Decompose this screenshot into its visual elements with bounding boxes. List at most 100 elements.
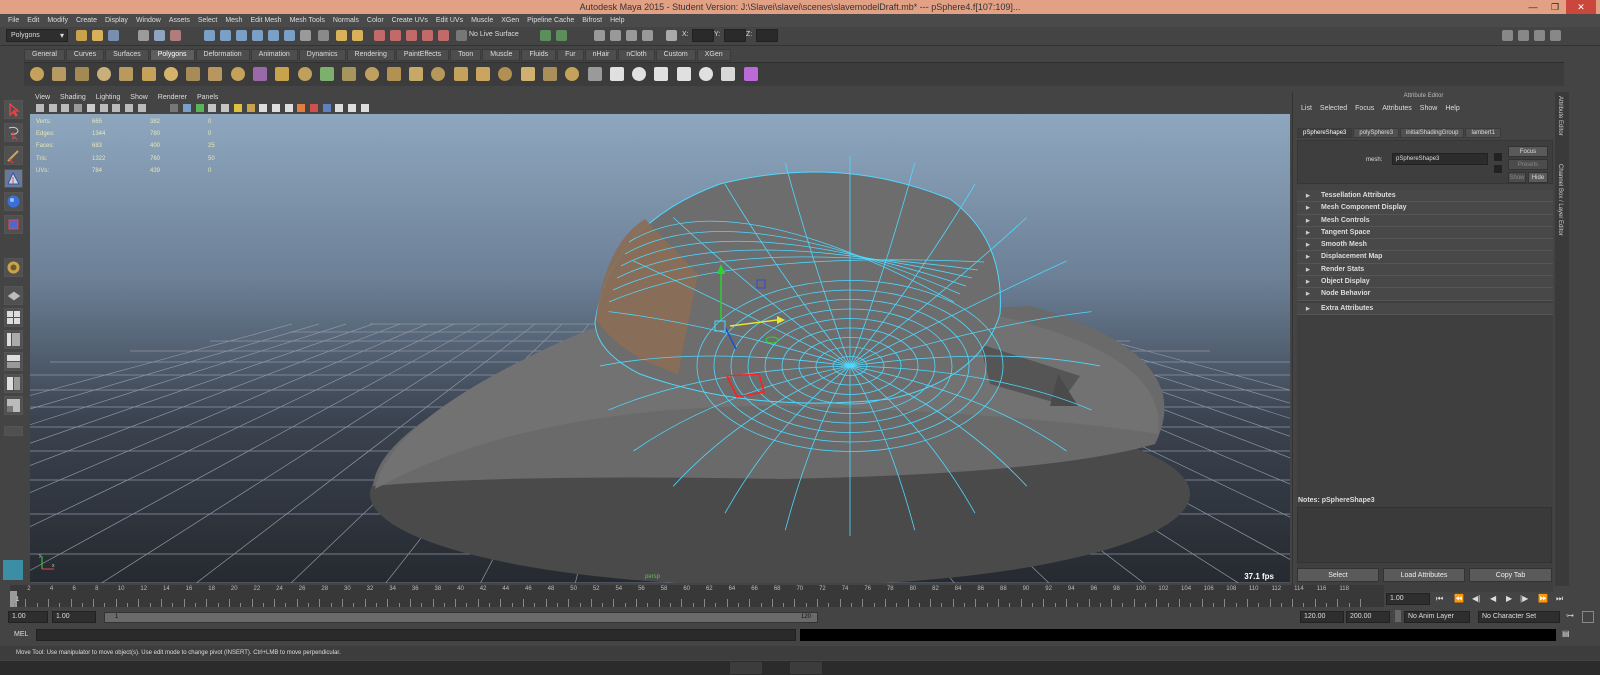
menu-edit[interactable]: Edit [23, 17, 43, 24]
focus-button[interactable]: Focus [1508, 146, 1548, 157]
ae-tab-lambert1[interactable]: lambert1 [1465, 128, 1501, 138]
menu-create-uvs[interactable]: Create UVs [388, 17, 432, 24]
shelf-tab-toon[interactable]: Toon [450, 49, 482, 61]
menu-color[interactable]: Color [363, 17, 388, 24]
select-tool-icon[interactable] [4, 100, 23, 119]
ae-menu-list[interactable]: List [1297, 105, 1316, 112]
ae-menu-attributes[interactable]: Attributes [1378, 105, 1416, 112]
magnet2-icon[interactable] [390, 30, 401, 41]
viewport-tool-5-icon[interactable] [86, 104, 95, 112]
end-time-field[interactable]: 200.00 [1346, 611, 1390, 623]
tab-attribute-editor[interactable]: Attribute Editor [1557, 96, 1563, 136]
section-mesh-controls[interactable]: Mesh Controls [1297, 214, 1553, 227]
toggle-panel3-icon[interactable] [1534, 30, 1545, 41]
shelf-tool-27-icon[interactable] [609, 67, 624, 81]
shelf-tool-22-icon[interactable] [498, 67, 513, 81]
shelf-tool-29-icon[interactable] [654, 67, 669, 81]
shelf-tool-18-icon[interactable] [409, 67, 424, 81]
ipr-render-icon[interactable] [352, 30, 363, 41]
lasso-tool-icon[interactable] [4, 123, 23, 142]
paint-select-icon[interactable] [4, 146, 23, 165]
notes-field[interactable] [1297, 507, 1552, 563]
ae-tab-polysphere3[interactable]: polySphere3 [1353, 128, 1400, 138]
viewport-tool-7-icon[interactable] [112, 104, 121, 112]
viewport-tool-10-icon[interactable] [170, 104, 179, 112]
save-scene-icon[interactable] [108, 30, 119, 41]
viewport-tool-24-icon[interactable] [348, 104, 357, 112]
shelf-tab-painteffects[interactable]: PaintEffects [395, 49, 450, 61]
magnet-icon[interactable] [374, 30, 385, 41]
shelf-tab-curves[interactable]: Curves [65, 49, 105, 61]
show-button[interactable]: Show [1508, 172, 1526, 183]
layout-four-icon[interactable] [4, 308, 23, 327]
menu-file[interactable]: File [4, 17, 23, 24]
viewport-tool-13-icon[interactable] [208, 104, 217, 112]
shelf-tool-33-icon[interactable] [743, 67, 758, 81]
menu-mesh[interactable]: Mesh [221, 17, 246, 24]
load-attributes-button[interactable]: Load Attributes [1383, 568, 1465, 582]
section-tessellation-attributes[interactable]: Tessellation Attributes [1297, 190, 1553, 203]
viewport-tool-1-icon[interactable] [36, 104, 44, 112]
viewport-tool-18-icon[interactable] [271, 104, 280, 112]
shelf-tool-7-icon[interactable] [163, 67, 178, 81]
prefs-icon[interactable] [1582, 611, 1594, 623]
new-scene-icon[interactable] [76, 30, 87, 41]
layout-persp-graph-icon[interactable] [4, 352, 23, 371]
taskbar-app-2[interactable] [790, 662, 822, 674]
camera4-icon[interactable] [642, 30, 653, 41]
shelf-tool-2-icon[interactable] [52, 67, 67, 81]
character-set-dropdown[interactable]: No Character Set [1478, 611, 1560, 623]
shelf-tab-ncloth[interactable]: nCloth [618, 49, 655, 61]
viewport-tool-15-icon[interactable] [233, 104, 242, 112]
render-view-icon[interactable] [540, 30, 551, 41]
auto-key-icon[interactable]: ⊶ [1566, 611, 1578, 623]
shelf-tab-custom[interactable]: Custom [655, 49, 696, 61]
viewport-menu-panels[interactable]: Panels [192, 94, 223, 101]
shelf-tool-9-icon[interactable] [208, 67, 223, 81]
viewport-menu-show[interactable]: Show [125, 94, 153, 101]
shelf-tool-30-icon[interactable] [676, 67, 691, 81]
viewport-tool-23-icon[interactable] [335, 104, 344, 112]
shelf-tool-25-icon[interactable] [565, 67, 580, 81]
close-icon[interactable]: ✕ [1566, 0, 1596, 14]
camera3-icon[interactable] [626, 30, 637, 41]
viewport-tool-19-icon[interactable] [284, 104, 293, 112]
viewport-tool-2-icon[interactable] [48, 104, 57, 112]
viewport-tool-8-icon[interactable] [124, 104, 133, 112]
magnet4-icon[interactable] [422, 30, 433, 41]
magnet5-icon[interactable] [438, 30, 449, 41]
maximize-icon[interactable]: ❐ [1544, 0, 1566, 14]
shelf-tab-rendering[interactable]: Rendering [346, 49, 395, 61]
anim-layer-dropdown[interactable]: No Anim Layer [1404, 611, 1470, 623]
shelf-tool-23-icon[interactable] [520, 67, 535, 81]
viewport-menu-renderer[interactable]: Renderer [153, 94, 192, 101]
shelf-tab-deformation[interactable]: Deformation [195, 49, 250, 61]
viewport-tool-22-icon[interactable] [322, 104, 331, 112]
move-tool-icon[interactable] [4, 169, 23, 188]
menu-xgen[interactable]: XGen [497, 17, 523, 24]
input-output-icon[interactable] [300, 30, 311, 41]
viewport-menu-lighting[interactable]: Lighting [91, 94, 126, 101]
taskbar-app-1[interactable] [730, 662, 762, 674]
menu-display[interactable]: Display [101, 17, 132, 24]
shelf-tool-24-icon[interactable] [542, 67, 557, 81]
viewport-tool-17-icon[interactable] [259, 104, 268, 112]
menu-edit-mesh[interactable]: Edit Mesh [246, 17, 285, 24]
shelf-tool-17-icon[interactable] [386, 67, 401, 81]
shelf-tool-31-icon[interactable] [699, 67, 713, 81]
select-object-icon[interactable] [154, 30, 165, 41]
layout-persp-outliner-icon[interactable] [4, 396, 23, 415]
shelf-tab-dynamics[interactable]: Dynamics [298, 49, 346, 61]
live-surface-icon[interactable] [456, 30, 467, 41]
z-field[interactable] [756, 29, 778, 42]
menu-pipeline-cache[interactable]: Pipeline Cache [523, 17, 578, 24]
shelf-tab-animation[interactable]: Animation [250, 49, 298, 61]
go-input-icon[interactable] [1494, 153, 1502, 161]
viewport-tool-6-icon[interactable] [99, 104, 108, 112]
time-slider[interactable]: 1 2 4 6 8 10 12 14 16 18 20 22 24 26 28 30 32 34 36 38 40 42… [10, 585, 1384, 607]
presets-button[interactable]: Presets [1508, 159, 1548, 170]
snap-point-icon[interactable] [236, 30, 247, 41]
ae-menu-focus[interactable]: Focus [1351, 105, 1378, 112]
viewport-tool-3-icon[interactable] [61, 104, 70, 112]
shelf-tool-12-icon[interactable] [275, 67, 290, 81]
